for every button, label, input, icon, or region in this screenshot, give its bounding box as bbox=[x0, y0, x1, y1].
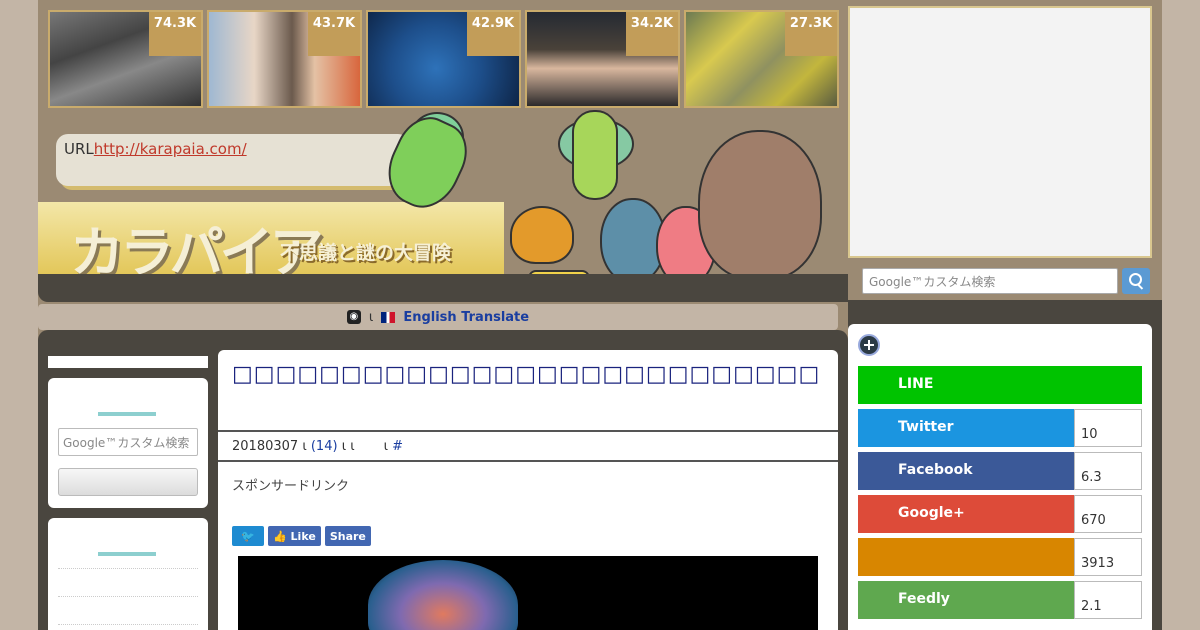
sidebar-search-input[interactable]: Google™カスタム検索 bbox=[58, 428, 198, 456]
globe-icon: ◉ bbox=[346, 310, 361, 324]
share-label: LINE bbox=[858, 366, 1142, 404]
share-twitter[interactable]: Twitter 10 bbox=[858, 409, 1142, 447]
share-hatena[interactable]: 3913 bbox=[858, 538, 1142, 576]
popular-thumbnails: 74.3K 43.7K 42.9K 34.2K 27.3K bbox=[48, 10, 840, 108]
left-sidebar-header bbox=[48, 356, 208, 368]
facebook-share-button[interactable]: Share bbox=[324, 526, 371, 546]
facebook-like-button[interactable]: 👍 Like bbox=[268, 526, 321, 546]
share-feedly[interactable]: Feedly 2.1 bbox=[858, 581, 1142, 619]
plus-icon[interactable] bbox=[858, 334, 880, 356]
search-button[interactable] bbox=[1122, 268, 1150, 294]
section-divider bbox=[98, 552, 156, 556]
orange-bird-character bbox=[510, 206, 574, 264]
site-url-link[interactable]: http://karapaia.com/ bbox=[94, 140, 247, 158]
share-panel: LINE Twitter 10 Facebook 6.3 Google+ 670… bbox=[848, 324, 1152, 630]
uk-flag-icon bbox=[381, 311, 396, 323]
meta-separator: ι ι bbox=[341, 439, 355, 454]
share-label: Google+ bbox=[858, 495, 1074, 533]
share-label: Twitter bbox=[858, 409, 1074, 447]
comment-count-link[interactable]: (14) bbox=[311, 439, 338, 454]
ad-box bbox=[848, 6, 1152, 258]
thumbnail-2[interactable]: 43.7K bbox=[207, 10, 362, 108]
share-facebook[interactable]: Facebook 6.3 bbox=[858, 452, 1142, 490]
share-count: 2.1 bbox=[1074, 581, 1142, 619]
left-list-panel bbox=[48, 518, 208, 630]
list-divider bbox=[58, 624, 198, 625]
article-image bbox=[238, 556, 818, 630]
thumbnail-5[interactable]: 27.3K bbox=[684, 10, 839, 108]
url-box: URLhttp://karapaia.com/ bbox=[56, 134, 410, 186]
list-divider bbox=[58, 568, 198, 569]
left-search-panel: Google™カスタム検索 bbox=[48, 378, 208, 508]
view-count: 27.3K bbox=[785, 12, 837, 56]
article-image-subject bbox=[368, 560, 518, 630]
share-label bbox=[858, 538, 1074, 576]
sidebar-search-button[interactable] bbox=[58, 468, 198, 496]
share-line[interactable]: LINE bbox=[858, 366, 1142, 404]
share-label: Facebook bbox=[858, 452, 1074, 490]
fairy-character bbox=[376, 107, 478, 219]
permalink-hash[interactable]: # bbox=[392, 439, 403, 454]
article-date: 20180307 bbox=[232, 439, 299, 454]
view-count: 74.3K bbox=[149, 12, 201, 56]
thumbnail-3[interactable]: 42.9K bbox=[366, 10, 521, 108]
share-count: 10 bbox=[1074, 409, 1142, 447]
share-label: Feedly bbox=[858, 581, 1074, 619]
english-translate-link[interactable]: English Translate bbox=[403, 310, 529, 325]
share-count: 3913 bbox=[1074, 538, 1142, 576]
like-label: Like bbox=[290, 529, 316, 543]
share-count: 670 bbox=[1074, 495, 1142, 533]
view-count: 42.9K bbox=[467, 12, 519, 56]
twitter-bird-icon: 🐦 bbox=[241, 529, 255, 543]
article-share-buttons: 🐦 👍 Like Share bbox=[232, 526, 371, 546]
article-meta: 20180307 ι (14) ι ι ι # bbox=[218, 430, 838, 462]
mascot-characters-illustration bbox=[376, 107, 822, 298]
list-divider bbox=[58, 596, 198, 597]
tweet-button[interactable]: 🐦 bbox=[232, 526, 264, 546]
translate-bar: ◉ ι English Translate bbox=[38, 304, 838, 330]
article-title[interactable]: □□□□□□□□□□□□□□□□□□□□□□□□□□□□□□□□□□□□□□□□… bbox=[232, 362, 822, 387]
thumbnail-1[interactable]: 74.3K bbox=[48, 10, 203, 108]
share-google-plus[interactable]: Google+ 670 bbox=[858, 495, 1142, 533]
url-label: URL bbox=[64, 140, 94, 158]
header-dark-strip bbox=[38, 274, 848, 302]
meta-separator: ι bbox=[383, 439, 388, 454]
section-divider bbox=[98, 412, 156, 416]
sponsored-link-label: スポンサードリンク bbox=[232, 479, 350, 494]
translate-separator: ι bbox=[368, 309, 374, 325]
view-count: 34.2K bbox=[626, 12, 678, 56]
butterfly-character bbox=[572, 110, 618, 200]
thumbs-up-icon: 👍 bbox=[273, 529, 287, 543]
share-count: 6.3 bbox=[1074, 452, 1142, 490]
meta-separator: ι bbox=[302, 439, 307, 454]
view-count: 43.7K bbox=[308, 12, 360, 56]
article: □□□□□□□□□□□□□□□□□□□□□□□□□□□□□□□□□□□□□□□□… bbox=[218, 350, 838, 630]
brown-blob-character bbox=[698, 130, 822, 280]
search-input[interactable]: Google™カスタム検索 bbox=[862, 268, 1118, 294]
thumbnail-4[interactable]: 34.2K bbox=[525, 10, 680, 108]
